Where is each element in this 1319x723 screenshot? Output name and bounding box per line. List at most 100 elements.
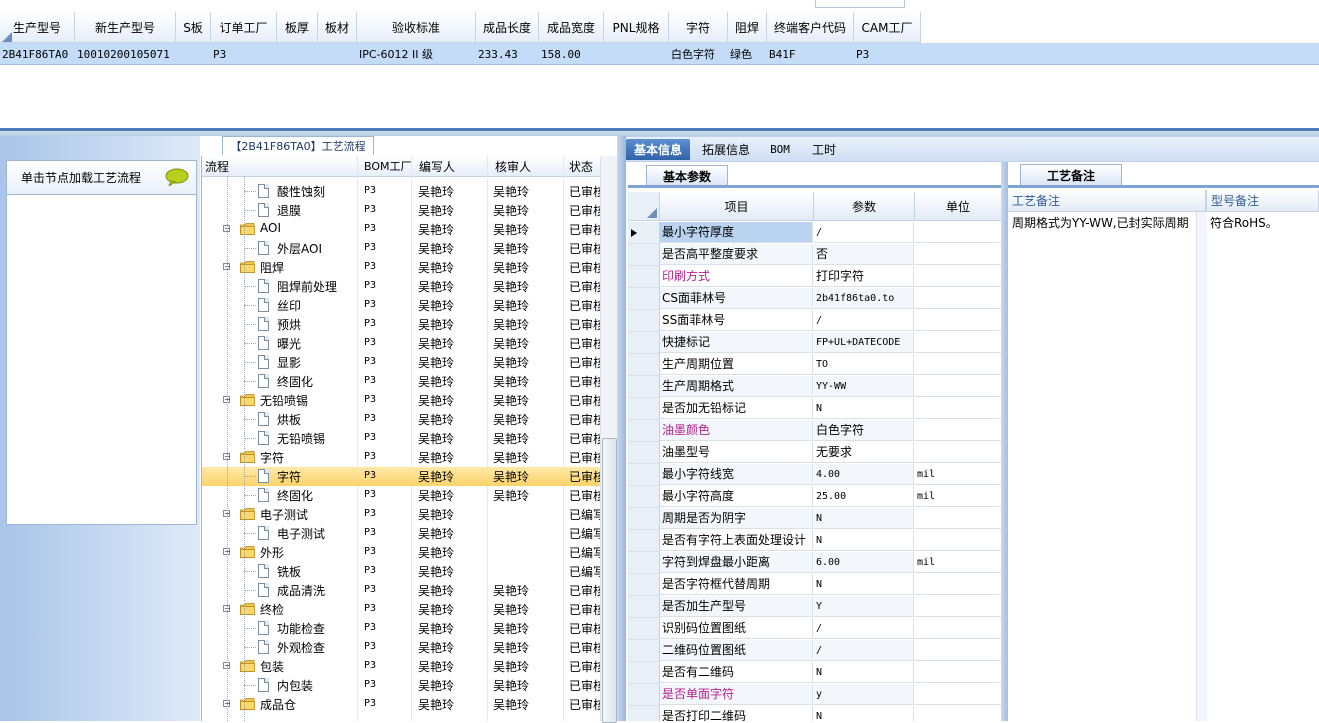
tab-bom[interactable]: BOM: [762, 139, 798, 160]
param-value[interactable]: N: [814, 508, 914, 529]
product-cell-1[interactable]: 10010200105071: [77, 44, 175, 64]
product-cell-3[interactable]: P3: [213, 44, 276, 64]
param-row[interactable]: 油墨颜色 白色字符: [628, 420, 1001, 442]
row-indicator[interactable]: [628, 574, 660, 596]
tree-row[interactable]: −无铅喷锡P3吴艳玲吴艳玲已审核: [202, 391, 602, 410]
param-value[interactable]: /: [814, 222, 914, 243]
row-indicator[interactable]: [628, 288, 660, 310]
subtab-basic-params[interactable]: 基本参数: [646, 165, 728, 186]
param-value[interactable]: y: [814, 684, 914, 705]
notes-header-process[interactable]: 工艺备注: [1008, 190, 1206, 212]
tree-row[interactable]: 成品清洗 P3 吴艳玲 吴艳玲 已审核: [202, 581, 602, 600]
tree-row[interactable]: 内包装 P3 吴艳玲 吴艳玲 已审核: [202, 676, 602, 695]
param-value[interactable]: /: [814, 310, 914, 331]
tree-row[interactable]: 外层AOI P3 吴艳玲 吴艳玲 已审核: [202, 239, 602, 258]
param-row[interactable]: 二维码位置图纸 /: [628, 640, 1001, 662]
row-indicator[interactable]: [628, 596, 660, 618]
vertical-splitter-2[interactable]: [1001, 162, 1008, 721]
param-value[interactable]: /: [814, 618, 914, 639]
param-row[interactable]: 生产周期格式 YY-WW: [628, 376, 1001, 398]
row-indicator[interactable]: [628, 640, 660, 662]
param-row[interactable]: 是否字符框代替周期 N: [628, 574, 1001, 596]
row-indicator[interactable]: [628, 442, 660, 464]
product-header-2[interactable]: S板: [176, 12, 211, 43]
product-header-4[interactable]: 板厚: [277, 12, 318, 43]
param-value[interactable]: 打印字符: [814, 266, 914, 287]
param-value[interactable]: FP+UL+DATECODE: [814, 332, 914, 353]
tree-row[interactable]: 电子测试 P3 吴艳玲 已编写: [202, 524, 602, 543]
row-indicator[interactable]: [628, 376, 660, 398]
param-value[interactable]: 白色字符: [814, 420, 914, 441]
tree-row[interactable]: 显影 P3 吴艳玲 吴艳玲 已审核: [202, 353, 602, 372]
param-row[interactable]: 是否单面字符 y: [628, 684, 1001, 706]
product-header-9[interactable]: PNL规格: [604, 12, 669, 43]
param-value[interactable]: N: [814, 398, 914, 419]
product-cell-11[interactable]: 绿色: [730, 44, 766, 64]
product-header-13[interactable]: CAM工厂: [854, 12, 921, 43]
param-row[interactable]: 是否加生产型号 Y: [628, 596, 1001, 618]
param-value[interactable]: N: [814, 706, 914, 721]
param-row[interactable]: 最小字符线宽 4.00 mil: [628, 464, 1001, 486]
row-indicator[interactable]: [628, 244, 660, 266]
param-value[interactable]: Y: [814, 596, 914, 617]
product-cell-2[interactable]: [178, 44, 210, 64]
notes-header-model[interactable]: 型号备注: [1207, 190, 1319, 212]
param-row[interactable]: CS面菲林号 2b41f86ta0.to: [628, 288, 1001, 310]
product-header-12[interactable]: 终端客户代码: [767, 12, 854, 43]
param-row[interactable]: 快捷标记 FP+UL+DATECODE: [628, 332, 1001, 354]
param-row[interactable]: 印刷方式 打印字符: [628, 266, 1001, 288]
param-row[interactable]: 是否有字符上表面处理设计 N: [628, 530, 1001, 552]
row-indicator[interactable]: [628, 508, 660, 530]
tree-row[interactable]: −AOIP3吴艳玲吴艳玲已审核: [202, 220, 602, 239]
tree-row[interactable]: 烘板 P3 吴艳玲 吴艳玲 已审核: [202, 410, 602, 429]
tree-row[interactable]: 字符 P3 吴艳玲 吴艳玲 已审核: [202, 467, 602, 486]
param-value[interactable]: YY-WW: [814, 376, 914, 397]
notes-tab[interactable]: 工艺备注: [1020, 164, 1122, 186]
param-value[interactable]: 6.00: [814, 552, 914, 573]
notes-scrollbar[interactable]: [1196, 212, 1207, 721]
param-value[interactable]: /: [814, 640, 914, 661]
product-header-11[interactable]: 阻焊: [728, 12, 767, 43]
product-header-8[interactable]: 成品宽度: [539, 12, 604, 43]
tree-row[interactable]: −字符P3吴艳玲吴艳玲已审核: [202, 448, 602, 467]
tree-row[interactable]: 功能检查 P3 吴艳玲 吴艳玲 已审核: [202, 619, 602, 638]
tree-row[interactable]: 终固化 P3 吴艳玲 吴艳玲 已审核: [202, 372, 602, 391]
process-note-text[interactable]: 周期格式为YY-WW,已封实际周期: [1012, 214, 1189, 231]
param-value[interactable]: N: [814, 574, 914, 595]
row-indicator[interactable]: [628, 420, 660, 442]
product-header-10[interactable]: 字符: [669, 12, 728, 43]
tree-row[interactable]: 酸性蚀刻 P3 吴艳玲 吴艳玲 已审核: [202, 182, 602, 201]
param-row[interactable]: 是否打印二维码 N: [628, 706, 1001, 721]
params-header-item[interactable]: 项目: [660, 192, 814, 221]
row-indicator[interactable]: [628, 354, 660, 376]
param-value[interactable]: TO: [814, 354, 914, 375]
tree-row[interactable]: 外观检查 P3 吴艳玲 吴艳玲 已审核: [202, 638, 602, 657]
param-row[interactable]: 生产周期位置 TO: [628, 354, 1001, 376]
tree-row[interactable]: 曝光 P3 吴艳玲 吴艳玲 已审核: [202, 334, 602, 353]
product-cell-0[interactable]: 2B41F86TA0: [2, 44, 74, 64]
param-row[interactable]: 周期是否为阴字 N: [628, 508, 1001, 530]
param-value[interactable]: 无要求: [814, 442, 914, 463]
row-indicator[interactable]: [628, 266, 660, 288]
param-row[interactable]: 识别码位置图纸 /: [628, 618, 1001, 640]
product-cell-10[interactable]: 白色字符: [671, 44, 727, 64]
tree-row[interactable]: 预烘 P3 吴艳玲 吴艳玲 已审核: [202, 315, 602, 334]
row-indicator[interactable]: [628, 486, 660, 508]
tree-row[interactable]: −阻焊P3吴艳玲吴艳玲已审核: [202, 258, 602, 277]
product-header-6[interactable]: 验收标准: [357, 12, 476, 43]
row-indicator[interactable]: [628, 706, 660, 721]
params-header-value[interactable]: 参数: [814, 192, 915, 221]
tree-row[interactable]: −包装P3吴艳玲吴艳玲已审核: [202, 657, 602, 676]
row-indicator[interactable]: [628, 398, 660, 420]
row-indicator[interactable]: [628, 310, 660, 332]
row-indicator[interactable]: [628, 662, 660, 684]
params-header-unit[interactable]: 单位: [915, 192, 1001, 221]
product-header-5[interactable]: 板材: [318, 12, 357, 43]
param-value[interactable]: 2b41f86ta0.to: [814, 288, 914, 309]
tree-row[interactable]: 丝印 P3 吴艳玲 吴艳玲 已审核: [202, 296, 602, 315]
param-row[interactable]: SS面菲林号 /: [628, 310, 1001, 332]
product-header-1[interactable]: 新生产型号: [75, 12, 176, 43]
param-row[interactable]: 最小字符厚度 /: [628, 222, 1001, 244]
product-cell-5[interactable]: [320, 44, 356, 64]
product-cell-8[interactable]: 158.00: [541, 44, 603, 64]
